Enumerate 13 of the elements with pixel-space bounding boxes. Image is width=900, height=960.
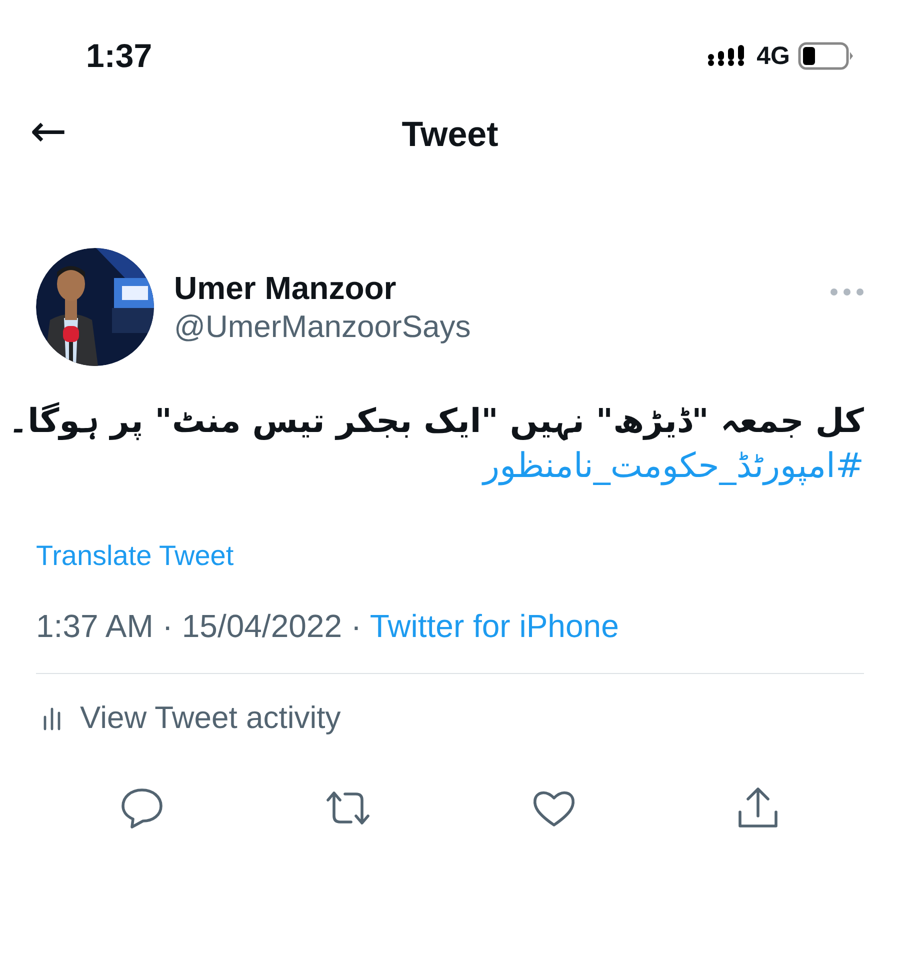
tweet-text: کل جمعہ "ڈیڑھ" نہیں "ایک بجکر تیس منٹ" پر ہوگا۔ xyxy=(8,400,864,442)
share-icon[interactable] xyxy=(736,786,780,830)
bar-chart-icon xyxy=(42,705,62,732)
author-handle[interactable]: @UmerManzoorSays xyxy=(174,308,810,344)
author-name[interactable]: Umer Manzoor xyxy=(174,270,810,306)
battery-icon xyxy=(798,42,854,70)
clock-time: 1:37 xyxy=(86,37,152,75)
back-button[interactable]: ← xyxy=(26,110,71,154)
network-label: 4G xyxy=(756,42,790,70)
page-title: Tweet xyxy=(402,115,498,155)
tweet-activity-link[interactable]: View Tweet activity xyxy=(80,700,341,736)
tweet-timestamp: 1:37 AM · 15/04/2022 · xyxy=(36,608,363,644)
reply-icon[interactable] xyxy=(120,787,164,830)
